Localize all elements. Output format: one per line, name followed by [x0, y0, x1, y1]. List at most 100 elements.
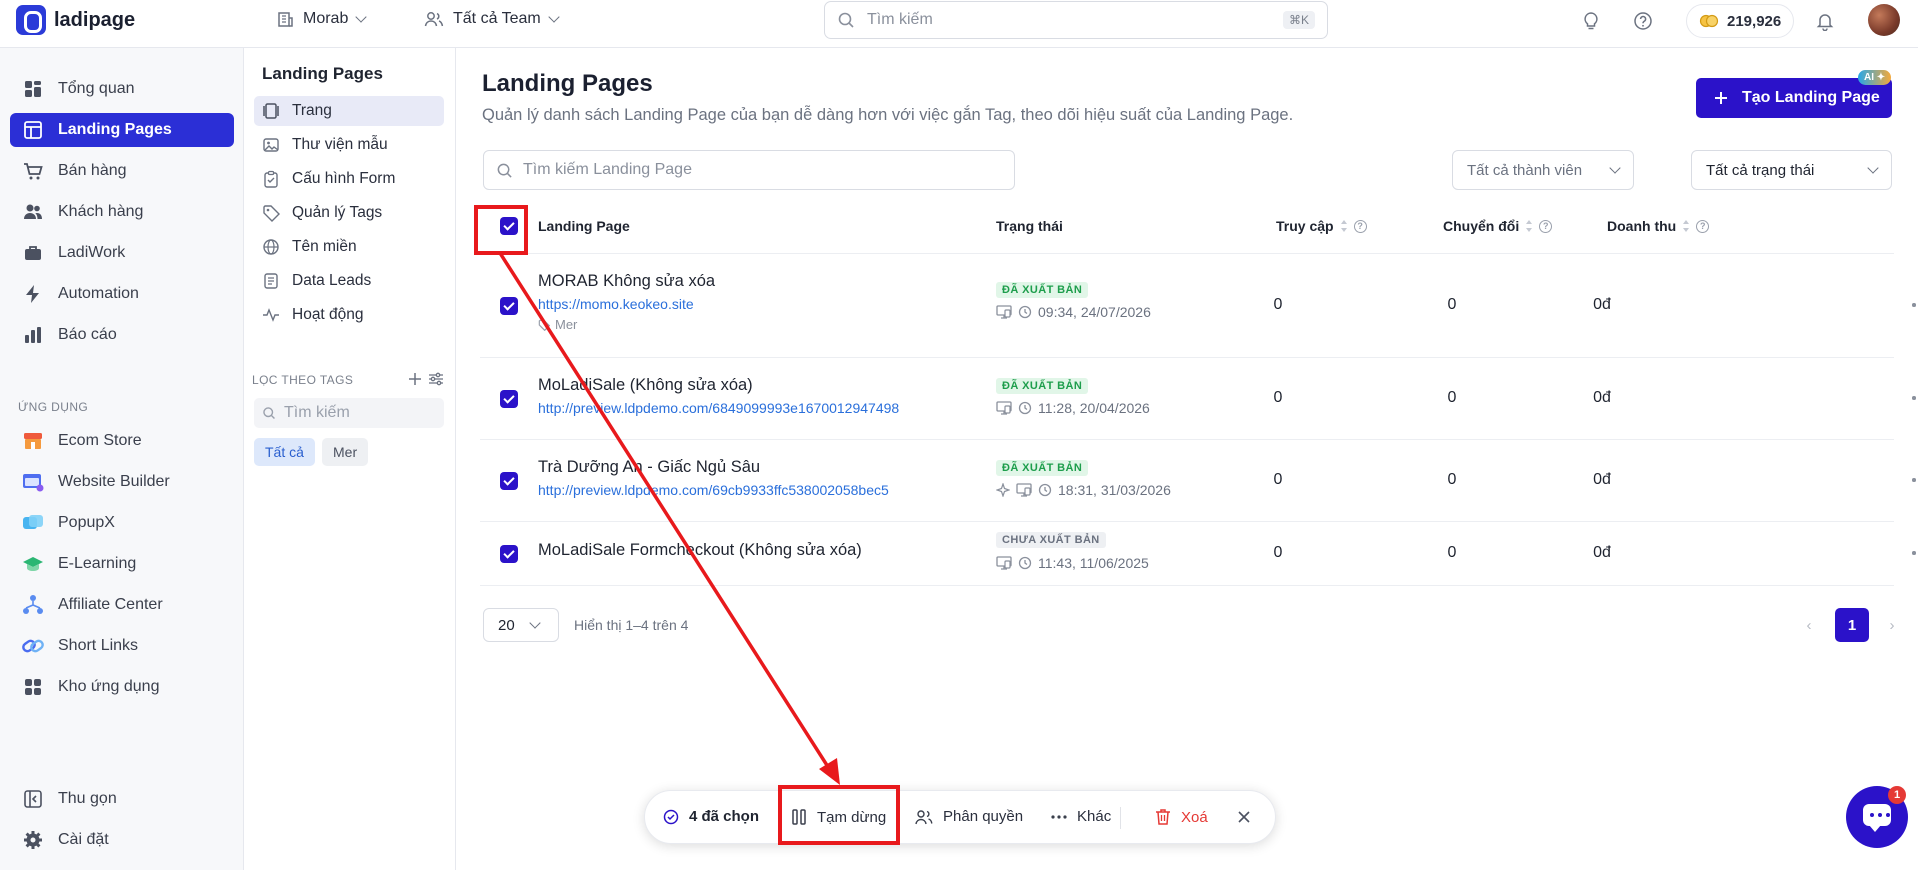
desktop-icon [996, 401, 1012, 415]
clock-icon [1018, 305, 1032, 319]
column-header-revenue[interactable]: Doanh thu ? [1607, 218, 1710, 234]
column-header-conversions[interactable]: Chuyển đổi ? [1443, 218, 1553, 234]
sidebar-item-website-builder[interactable]: Website Builder [10, 465, 234, 499]
column-header-visits[interactable]: Truy cập ? [1276, 218, 1367, 234]
sidebar-item-affiliate-center[interactable]: Affiliate Center [10, 588, 234, 622]
other-actions-button[interactable]: Khác [1051, 808, 1111, 825]
status-badge: ĐÃ XUẤT BẢN [996, 282, 1089, 298]
delete-button[interactable]: Xoá [1155, 808, 1208, 826]
page-description: Quản lý danh sách Landing Page của bạn d… [482, 106, 1294, 124]
sidebar-item-landing-pages[interactable]: Landing Pages [10, 113, 234, 147]
chevron-down-icon [529, 616, 541, 629]
column-label: Truy cập [1276, 218, 1334, 234]
bulk-action-bar: 4 đã chọn Tạm dừng Phân quyền Khác Xoá [644, 790, 1276, 844]
next-page-button[interactable]: › [1875, 608, 1909, 642]
subnav-item-label: Trang [292, 102, 332, 119]
subnav-item-template-library[interactable]: Thư viện mẫu [254, 130, 444, 160]
row-checkbox[interactable] [500, 472, 518, 490]
info-icon: ? [1696, 219, 1710, 233]
main-content: Landing Pages Quản lý danh sách Landing … [456, 48, 1918, 870]
workspace-switcher[interactable]: Morab [276, 10, 368, 28]
sidebar-item-popupx[interactable]: PopupX [10, 506, 234, 540]
subnav-item-data-leads[interactable]: Data Leads [254, 266, 444, 296]
tag-chip-all[interactable]: Tất cả [254, 438, 315, 466]
more-actions-icon[interactable] [1912, 395, 1918, 401]
sidebar-item-ladiwork[interactable]: LadiWork [10, 236, 234, 270]
landing-page-url[interactable]: http://preview.ldpdemo.com/6849099993e16… [538, 400, 899, 416]
tag-search-input[interactable]: Tìm kiếm [254, 398, 444, 428]
subnav-item-label: Cấu hình Form [292, 170, 396, 187]
add-tag-icon[interactable] [408, 372, 422, 386]
tag-chip-mer[interactable]: Mer [322, 438, 369, 466]
bell-icon[interactable] [1814, 10, 1836, 32]
status-badge: ĐÃ XUẤT BẢN [996, 460, 1089, 476]
subnav-item-pages[interactable]: Trang [254, 96, 444, 126]
chevron-down-icon [1867, 161, 1879, 174]
landing-page-search-input[interactable]: Tìm kiếm Landing Page [483, 150, 1015, 190]
subnav-item-form-config[interactable]: Cấu hình Form [254, 164, 444, 194]
sidebar-item-sales[interactable]: Bán hàng [10, 154, 234, 188]
landing-page-name[interactable]: MORAB Không sửa xóa [538, 272, 715, 291]
sidebar-item-ecom-store[interactable]: Ecom Store [10, 424, 234, 458]
more-actions-icon[interactable] [1912, 302, 1918, 308]
member-filter-select[interactable]: Tất cả thành viên [1452, 150, 1634, 190]
subnav-item-tags[interactable]: Quản lý Tags [254, 198, 444, 228]
chat-dots [1870, 813, 1890, 817]
team-switcher[interactable]: Tất cả Team [424, 10, 560, 28]
global-search-input[interactable]: Tìm kiếm ⌘K [824, 1, 1328, 39]
layout-icon [22, 119, 44, 141]
landing-page-url[interactable]: https://momo.keokeo.site [538, 296, 694, 312]
clock-icon [1018, 556, 1032, 570]
table-row[interactable]: MORAB Không sửa xóa https://momo.keokeo.… [480, 254, 1916, 358]
credit-balance[interactable]: 219,926 [1686, 4, 1795, 38]
sidebar-item-app-store[interactable]: Kho ứng dụng [10, 670, 234, 704]
landing-page-name[interactable]: MoLadiSale (Không sửa xóa) [538, 376, 753, 395]
sidebar-item-label: Bán hàng [58, 162, 127, 179]
more-actions-icon[interactable] [1912, 550, 1918, 556]
sidebar-item-automation[interactable]: Automation [10, 277, 234, 311]
collapse-label: Thu gọn [58, 790, 117, 807]
visits-value: 0 [1273, 389, 1283, 406]
avatar[interactable] [1868, 4, 1900, 36]
sidebar-item-dashboard[interactable]: Tổng quan [10, 72, 234, 106]
subnav-item-domains[interactable]: Tên miền [254, 232, 444, 262]
sidebar-item-customers[interactable]: Khách hàng [10, 195, 234, 229]
permission-button[interactable]: Phân quyền [915, 808, 1023, 825]
status-filter-select[interactable]: Tất cả trạng thái [1691, 150, 1892, 190]
logo[interactable]: ladipage [16, 5, 135, 35]
landing-page-name[interactable]: MoLadiSale Formcheckout (Không sửa xóa) [538, 541, 862, 560]
row-checkbox[interactable] [500, 297, 518, 315]
row-checkbox[interactable] [500, 390, 518, 408]
landing-page-name[interactable]: Trà Dưỡng An - Giấc Ngủ Sâu [538, 458, 760, 477]
prev-page-button[interactable]: ‹ [1792, 608, 1826, 642]
page-size-value: 20 [498, 616, 515, 634]
more-actions-icon[interactable] [1912, 477, 1918, 483]
dashboard-icon [22, 78, 44, 100]
sidebar-item-reports[interactable]: Báo cáo [10, 318, 234, 352]
row-checkbox[interactable] [500, 545, 518, 563]
permission-label: Phân quyền [943, 808, 1024, 825]
landing-page-url[interactable]: http://preview.ldpdemo.com/69cb9933ffc53… [538, 482, 889, 498]
table-row[interactable]: MoLadiSale Formcheckout (Không sửa xóa) … [480, 522, 1916, 586]
page-button-current[interactable]: 1 [1835, 608, 1869, 642]
sidebar-item-elearning[interactable]: E-Learning [10, 547, 234, 581]
subnav-item-activity[interactable]: Hoạt động [254, 300, 444, 330]
publish-time: 11:43, 11/06/2025 [996, 555, 1149, 571]
table-row[interactable]: Trà Dưỡng An - Giấc Ngủ Sâu http://previ… [480, 440, 1916, 522]
table-row[interactable]: MoLadiSale (Không sửa xóa) http://previe… [480, 358, 1916, 440]
credit-amount: 219,926 [1727, 12, 1782, 30]
help-icon[interactable] [1632, 10, 1654, 32]
sidebar-item-label: Short Links [58, 637, 139, 654]
filter-settings-icon[interactable] [428, 372, 444, 386]
lightbulb-icon[interactable] [1580, 10, 1602, 32]
subnav-item-label: Data Leads [292, 272, 372, 289]
sidebar-item-label: Tổng quan [58, 80, 135, 97]
page-size-select[interactable]: 20 [483, 608, 559, 642]
close-icon[interactable] [1237, 810, 1251, 824]
selected-count: 4 đã chọn [663, 808, 759, 825]
sidebar-item-short-links[interactable]: Short Links [10, 629, 234, 663]
collapse-sidebar-button[interactable]: Thu gọn [10, 782, 234, 816]
action-bar-divider [1120, 807, 1121, 829]
trash-icon [1156, 809, 1170, 825]
settings-button[interactable]: Cài đặt [10, 823, 234, 857]
